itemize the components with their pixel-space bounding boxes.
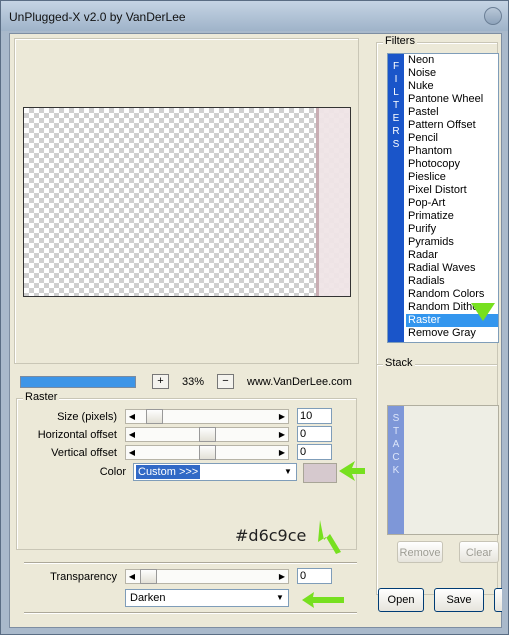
filters-label: Filters (383, 35, 417, 47)
filter-item[interactable]: Radial Waves (406, 262, 498, 275)
slider-thumb[interactable] (140, 569, 157, 584)
color-select[interactable]: Custom >>> ▼ (133, 463, 297, 481)
filter-item[interactable]: Pixel Distort (406, 184, 498, 197)
filter-item[interactable]: Pencil (406, 132, 498, 145)
size-slider[interactable]: ◀ ▶ (125, 409, 289, 424)
filters-strip: FILTERS (388, 54, 404, 342)
chevron-down-icon[interactable]: ▼ (273, 591, 287, 605)
transparency-label: Transparency (50, 571, 117, 583)
horizontal-offset-field[interactable]: 0 (297, 426, 332, 442)
dialog-client: + 33% − www.VanDerLee.com Raster Size (p… (9, 33, 502, 628)
preview-canvas[interactable] (23, 107, 351, 297)
blend-mode-value: Darken (130, 592, 166, 604)
app-window: UnPlugged-X v2.0 by VanDerLee + 33% − ww… (0, 0, 509, 635)
filter-item[interactable]: Pieslice (406, 171, 498, 184)
green-arrow-icon (302, 592, 344, 608)
green-arrow-icon (339, 461, 365, 481)
vertical-offset-slider[interactable]: ◀ ▶ (125, 445, 289, 460)
close-button[interactable] (484, 7, 502, 25)
green-arrow-icon (318, 520, 341, 554)
filter-item[interactable]: Radials (406, 275, 498, 288)
arrow-right-icon[interactable]: ▶ (276, 428, 288, 441)
stack-label: Stack (383, 357, 415, 369)
section-divider (24, 612, 357, 614)
slider-thumb[interactable] (146, 409, 163, 424)
more-button[interactable] (494, 588, 502, 612)
remove-button[interactable]: Remove (397, 541, 443, 563)
horizontal-offset-slider[interactable]: ◀ ▶ (125, 427, 289, 442)
filter-item[interactable]: Pop-Art (406, 197, 498, 210)
preview-panel (14, 38, 359, 364)
filter-item[interactable]: Phantom (406, 145, 498, 158)
filter-item[interactable]: Primatize (406, 210, 498, 223)
filter-item[interactable]: Pattern Offset (406, 119, 498, 132)
size-label: Size (pixels) (57, 411, 117, 423)
window-title: UnPlugged-X v2.0 by VanDerLee (9, 10, 186, 24)
arrow-right-icon[interactable]: ▶ (276, 410, 288, 423)
stack-strip: STACK (388, 406, 404, 534)
green-arrow-icon (471, 303, 495, 321)
transparency-field[interactable]: 0 (297, 568, 332, 584)
stack-list[interactable]: STACK (387, 405, 499, 535)
filter-item[interactable]: Pastel (406, 106, 498, 119)
stack-panel: Stack STACK Remove Clear (376, 357, 499, 595)
progress-bar (20, 376, 136, 388)
color-select-value: Custom >>> (136, 465, 201, 479)
filter-item[interactable]: Radar (406, 249, 498, 262)
filter-item[interactable]: Random Colors (406, 288, 498, 301)
filter-item[interactable]: Pantone Wheel (406, 93, 498, 106)
zoom-row: + 33% − www.VanDerLee.com (20, 374, 355, 392)
chevron-down-icon[interactable]: ▼ (281, 465, 295, 479)
slider-thumb[interactable] (199, 427, 216, 442)
color-label: Color (99, 466, 126, 478)
vertical-offset-label: Vertical offset (51, 447, 117, 459)
filters-panel: Filters FILTERS Neon Noise Nuke Pantone Whe… (376, 35, 499, 366)
filter-item[interactable]: Pyramids (406, 236, 498, 249)
arrow-left-icon[interactable]: ◀ (126, 428, 138, 441)
filter-item[interactable]: Purify (406, 223, 498, 236)
arrow-right-icon[interactable]: ▶ (276, 570, 288, 583)
title-bar: UnPlugged-X v2.0 by VanDerLee (1, 1, 508, 31)
zoom-in-button[interactable]: + (152, 374, 169, 389)
arrow-left-icon[interactable]: ◀ (126, 446, 138, 459)
filter-item[interactable]: Remove Gray (406, 327, 498, 340)
size-field[interactable]: 10 (297, 408, 332, 424)
horizontal-offset-label: Horizontal offset (37, 429, 117, 441)
open-button[interactable]: Open (378, 588, 424, 612)
filters-list[interactable]: FILTERS Neon Noise Nuke Pantone Wheel Pastel… (387, 53, 499, 343)
color-swatch[interactable] (303, 463, 337, 483)
blend-mode-select[interactable]: Darken ▼ (125, 589, 289, 607)
section-divider (24, 562, 357, 564)
progress-fill (21, 377, 135, 387)
zoom-out-button[interactable]: − (217, 374, 234, 389)
arrow-left-icon[interactable]: ◀ (126, 410, 138, 423)
save-button[interactable]: Save (434, 588, 484, 612)
raster-group-label: Raster (23, 391, 60, 403)
filter-item[interactable]: Neon (406, 54, 498, 67)
website-link[interactable]: www.VanDerLee.com (247, 376, 352, 388)
arrow-left-icon[interactable]: ◀ (126, 570, 138, 583)
slider-thumb[interactable] (199, 445, 216, 460)
clear-button[interactable]: Clear (459, 541, 499, 563)
vertical-offset-field[interactable]: 0 (297, 444, 332, 460)
filter-item[interactable]: Noise (406, 67, 498, 80)
arrow-right-icon[interactable]: ▶ (276, 446, 288, 459)
zoom-level: 33% (182, 376, 205, 388)
color-hex-annotation: #d6c9ce (235, 526, 307, 545)
filter-items: Neon Noise Nuke Pantone Wheel Pastel Pattern … (406, 54, 498, 340)
filter-item[interactable]: Nuke (406, 80, 498, 93)
filter-item[interactable]: Photocopy (406, 158, 498, 171)
preview-raster-edge (316, 108, 350, 296)
transparency-slider[interactable]: ◀ ▶ (125, 569, 289, 584)
